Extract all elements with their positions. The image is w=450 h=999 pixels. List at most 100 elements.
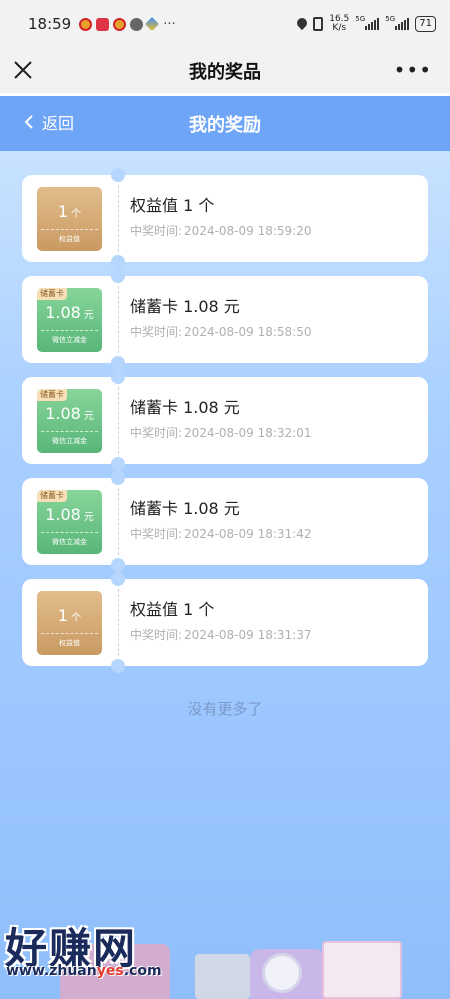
card-decoration — [322, 941, 402, 999]
prize-info: 权益值 1 个 中奖时间: 2024-08-09 18:59:20 — [130, 195, 312, 239]
prize-time-value: 2024-08-09 18:32:01 — [184, 426, 312, 440]
signal-2-tag: 5G — [385, 15, 396, 23]
watermark: 好赚网 www.zhuanyes.com — [0, 915, 200, 985]
coupon-value: 1.08 元 — [37, 403, 102, 428]
coupon-separator — [41, 229, 98, 230]
prize-page: 返回 我的奖励 1个 权益值 权益值 1 个 中奖时间: 2024-08-09 1… — [0, 96, 450, 999]
ticket-notch — [111, 370, 125, 384]
prize-time: 中奖时间: 2024-08-09 18:59:20 — [130, 223, 312, 239]
network-speed: 16.5 K/s — [329, 15, 349, 33]
prize-info: 储蓄卡 1.08 元 中奖时间: 2024-08-09 18:32:01 — [130, 397, 312, 441]
more-notifications-icon: ··· — [163, 16, 176, 32]
prize-title: 权益值 1 个 — [130, 600, 215, 619]
wechat-icon — [130, 17, 144, 31]
no-more-text: 没有更多了 — [187, 700, 263, 718]
ticket-notch — [111, 269, 125, 283]
coupon-subtitle: 权益值 — [59, 639, 80, 647]
coupon-badge: 1个 权益值 — [37, 187, 102, 251]
coupon-subtitle: 微信立减金 — [52, 336, 87, 344]
coupon-amount: 1.08 — [45, 505, 81, 524]
weibo-icon — [79, 17, 93, 31]
coupon-tag: 储蓄卡 — [37, 389, 67, 401]
coupon-separator — [41, 532, 98, 533]
coupon-badge: 储蓄卡 1.08 元 微信立减金 — [37, 490, 102, 554]
prize-time-label: 中奖时间: — [130, 527, 183, 541]
coupon-tag: 储蓄卡 — [37, 288, 67, 300]
prize-time: 中奖时间: 2024-08-09 18:31:37 — [130, 627, 312, 643]
watermark-url-highlight: yes — [96, 963, 124, 979]
coupon-separator — [41, 330, 98, 331]
prize-time-value: 2024-08-09 18:31:37 — [184, 628, 312, 642]
box-decoration — [195, 954, 250, 999]
back-label: 返回 — [42, 114, 75, 133]
watermark-url: www.zhuanyes.com — [6, 963, 162, 979]
prize-time-value: 2024-08-09 18:58:50 — [184, 325, 312, 339]
coupon-unit: 元 — [83, 411, 94, 422]
watermark-url-prefix: www.zhuan — [6, 963, 97, 979]
weibo-icon-2 — [113, 17, 127, 31]
signal-2-icon: 5G — [385, 15, 410, 30]
chevron-left-icon — [24, 115, 33, 129]
prize-info: 权益值 1 个 中奖时间: 2024-08-09 18:31:37 — [130, 599, 312, 643]
page-header: 返回 我的奖励 — [0, 96, 450, 151]
prize-time-label: 中奖时间: — [130, 224, 183, 238]
coupon-badge: 1个 权益值 — [37, 591, 102, 655]
ticket-notch — [111, 168, 125, 182]
prize-title: 储蓄卡 1.08 元 — [130, 297, 240, 316]
prize-title: 储蓄卡 1.08 元 — [130, 398, 240, 417]
more-menu-icon[interactable]: ••• — [394, 58, 432, 82]
notification-icons: ··· — [79, 16, 176, 32]
page-title: 我的奖励 — [189, 114, 261, 136]
prize-time: 中奖时间: 2024-08-09 18:58:50 — [130, 324, 312, 340]
ticket-divider — [118, 589, 119, 656]
ticket-notch — [111, 471, 125, 485]
prize-title: 储蓄卡 1.08 元 — [130, 499, 240, 518]
status-bar: 18:59 ··· 16.5 K/s 5G 5G 71 — [0, 0, 450, 48]
ticket-notch — [111, 558, 125, 572]
prize-time-value: 2024-08-09 18:31:42 — [184, 527, 312, 541]
prize-card[interactable]: 储蓄卡 1.08 元 微信立减金 储蓄卡 1.08 元 中奖时间: 2024-08-… — [22, 269, 428, 370]
prize-card[interactable]: 1个 权益值 权益值 1 个 中奖时间: 2024-08-09 18:31:37 — [22, 572, 428, 673]
prize-time-label: 中奖时间: — [130, 628, 183, 642]
prize-info: 储蓄卡 1.08 元 中奖时间: 2024-08-09 18:58:50 — [130, 296, 312, 340]
coupon-separator — [41, 431, 98, 432]
prize-card[interactable]: 储蓄卡 1.08 元 微信立减金 储蓄卡 1.08 元 中奖时间: 2024-08-… — [22, 471, 428, 572]
ticket-divider — [118, 488, 119, 555]
network-speed-unit: K/s — [332, 23, 347, 33]
coupon-subtitle: 权益值 — [59, 235, 80, 243]
coupon-value: 1个 — [37, 201, 102, 226]
coupon-tag: 储蓄卡 — [37, 490, 67, 502]
prize-time-label: 中奖时间: — [130, 426, 183, 440]
prize-card[interactable]: 储蓄卡 1.08 元 微信立减金 储蓄卡 1.08 元 中奖时间: 2024-08-… — [22, 370, 428, 471]
ticket-notch — [111, 572, 125, 586]
status-time: 18:59 — [28, 15, 72, 33]
close-icon[interactable] — [12, 59, 34, 81]
location-icon — [297, 18, 307, 30]
app-diamond-icon — [145, 16, 160, 32]
prize-time-value: 2024-08-09 18:59:20 — [184, 224, 312, 238]
ticket-notch — [111, 356, 125, 370]
watermark-url-suffix: .com — [123, 963, 162, 979]
prize-title: 权益值 1 个 — [130, 196, 215, 215]
battery-icon: 71 — [415, 16, 436, 32]
coupon-value: 1.08 元 — [37, 504, 102, 529]
coupon-amount: 1.08 — [45, 303, 81, 322]
ticket-divider — [118, 387, 119, 454]
window-title: 我的奖品 — [189, 61, 261, 83]
signal-1-tag: 5G — [355, 15, 366, 23]
ticket-divider — [118, 286, 119, 353]
ticket-notch — [111, 659, 125, 673]
prize-time: 中奖时间: 2024-08-09 18:32:01 — [130, 425, 312, 441]
coupon-badge: 储蓄卡 1.08 元 微信立减金 — [37, 389, 102, 453]
prize-card[interactable]: 1个 权益值 权益值 1 个 中奖时间: 2024-08-09 18:59:20 — [22, 168, 428, 269]
prize-time: 中奖时间: 2024-08-09 18:31:42 — [130, 526, 312, 542]
status-right: 16.5 K/s 5G 5G 71 — [297, 15, 436, 33]
clock-coin-decoration — [262, 953, 302, 993]
coupon-separator — [41, 633, 98, 634]
back-button[interactable]: 返回 — [22, 110, 74, 134]
coupon-subtitle: 微信立减金 — [52, 437, 87, 445]
coupon-amount: 1.08 — [45, 404, 81, 423]
prize-info: 储蓄卡 1.08 元 中奖时间: 2024-08-09 18:31:42 — [130, 498, 312, 542]
app-notification-icon — [96, 17, 110, 31]
coupon-unit: 个 — [71, 613, 82, 624]
